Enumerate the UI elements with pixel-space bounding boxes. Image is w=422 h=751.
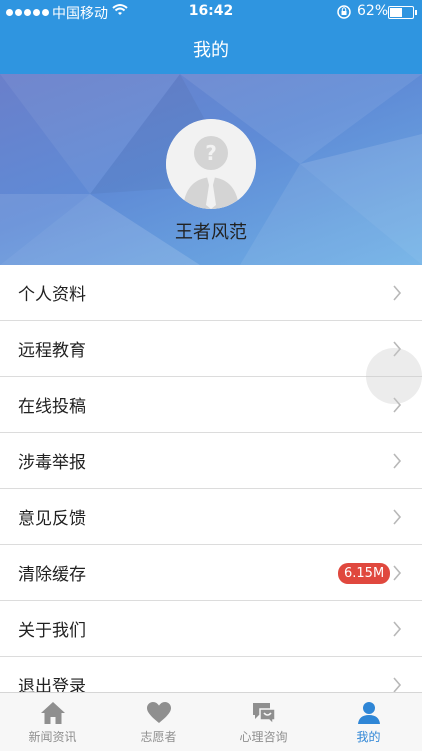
tab-label: 心理咨询 <box>239 730 288 744</box>
assistive-touch-button[interactable] <box>366 348 422 404</box>
chevron-right-icon <box>392 565 402 585</box>
chevron-right-icon <box>392 285 402 305</box>
tab-mine[interactable]: 我的 <box>316 693 421 751</box>
heart-icon <box>147 702 171 723</box>
menu-item-label: 清除缓存 <box>18 565 86 585</box>
menu-item-remote-education[interactable]: 远程教育 <box>0 321 422 377</box>
menu-item-clear-cache[interactable]: 清除缓存 6.15M <box>0 545 422 601</box>
tab-label: 我的 <box>356 730 381 744</box>
menu-item-feedback[interactable]: 意见反馈 <box>0 489 422 545</box>
menu-item-about-us[interactable]: 关于我们 <box>0 601 422 657</box>
orientation-lock-icon <box>336 4 352 24</box>
chevron-right-icon <box>392 621 402 641</box>
status-bar: 中国移动 16:42 62% <box>0 0 422 24</box>
tab-label: 志愿者 <box>140 730 177 744</box>
tab-counseling[interactable]: 心理咨询 <box>211 693 316 751</box>
tab-news[interactable]: 新闻资讯 <box>0 693 105 751</box>
chevron-right-icon <box>392 509 402 529</box>
cache-size-badge: 6.15M <box>338 563 391 584</box>
battery-icon <box>388 6 417 19</box>
chevron-right-icon <box>392 453 402 473</box>
menu-item-label: 涉毒举报 <box>18 453 86 473</box>
menu-item-profile[interactable]: 个人资料 <box>0 265 422 321</box>
tab-volunteer[interactable]: 志愿者 <box>106 693 211 751</box>
tab-bar: 新闻资讯 志愿者 心理咨询 我的 <box>0 692 422 751</box>
default-avatar-icon[interactable]: ? <box>166 119 256 209</box>
page-title: 我的 <box>193 40 229 61</box>
menu-item-label: 远程教育 <box>18 341 86 361</box>
chat-icon <box>253 703 276 725</box>
menu-item-label: 意见反馈 <box>18 509 86 529</box>
menu-item-drug-report[interactable]: 涉毒举报 <box>0 433 422 489</box>
home-icon <box>41 702 65 724</box>
nav-bar: 我的 <box>0 24 422 74</box>
username: 王者风范 <box>175 222 247 243</box>
user-icon <box>358 702 380 724</box>
menu-item-label: 关于我们 <box>18 621 86 641</box>
menu-item-online-submission[interactable]: 在线投稿 <box>0 377 422 433</box>
tab-label: 新闻资讯 <box>28 730 77 744</box>
svg-text:?: ? <box>205 141 217 165</box>
menu-item-label: 在线投稿 <box>18 397 86 417</box>
battery-percent: 62% <box>357 3 389 19</box>
menu-item-label: 个人资料 <box>18 285 86 305</box>
